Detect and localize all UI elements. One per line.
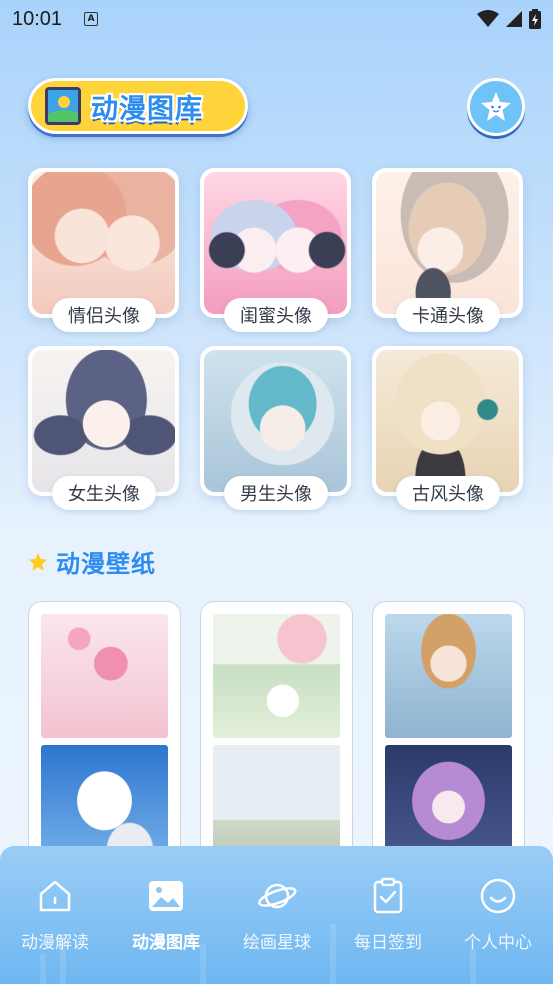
avatar-label: 情侣头像 (52, 298, 156, 332)
avatar-card-couple[interactable]: 情侣头像 (28, 168, 179, 332)
bottom-navigation: 动漫解读 动漫图库 绘画星球 每日签到 个人中心 (0, 846, 553, 984)
nav-label: 绘画星球 (243, 933, 311, 953)
status-time: 10:01 (12, 7, 63, 30)
avatar-card-boy[interactable]: 男生头像 (200, 346, 351, 510)
favorites-button[interactable] (467, 78, 525, 136)
avatar-card-girl[interactable]: 女生头像 (28, 346, 179, 510)
wallpaper-image (213, 745, 340, 860)
avatar-image (376, 350, 519, 492)
planet-icon (258, 883, 297, 909)
avatar-label: 男生头像 (224, 476, 328, 510)
page-title: 动漫图库 (91, 93, 203, 125)
wallpaper-image (41, 614, 168, 738)
nav-label: 每日签到 (354, 933, 422, 953)
gallery-icon (45, 87, 81, 125)
avatar-card-bestie[interactable]: 闺蜜头像 (200, 168, 351, 332)
nav-item-daily-checkin[interactable]: 每日签到 (333, 876, 443, 953)
avatar-image (32, 350, 175, 492)
wallpaper-image (41, 745, 168, 860)
signal-icon (506, 11, 522, 27)
page-title-badge: 动漫图库 (28, 78, 248, 134)
battery-icon (529, 9, 541, 29)
status-bar: 10:01 A (0, 0, 553, 38)
nav-label: 个人中心 (464, 933, 532, 953)
wallpaper-image (385, 745, 512, 860)
wallpaper-card-3[interactable] (372, 601, 525, 861)
avatar-card-ancient[interactable]: 古风头像 (372, 346, 523, 510)
avatar-label: 闺蜜头像 (224, 298, 328, 332)
nav-item-profile[interactable]: 个人中心 (443, 876, 553, 953)
star-icon (29, 552, 47, 570)
smile-icon (480, 878, 516, 914)
nav-label: 动漫图库 (132, 933, 200, 953)
avatar-image (376, 172, 519, 314)
nav-item-anime-guide[interactable]: 动漫解读 (0, 876, 110, 953)
nav-item-anime-gallery[interactable]: 动漫图库 (111, 876, 221, 953)
star-face-icon (481, 92, 511, 121)
avatar-label: 卡通头像 (396, 298, 500, 332)
wifi-icon (477, 10, 499, 27)
status-icons (477, 9, 541, 29)
avatar-image (204, 350, 347, 492)
wallpaper-image (213, 614, 340, 738)
wallpaper-card-1[interactable] (28, 601, 181, 861)
a-icon: A (84, 12, 99, 26)
wallpaper-section-title: 动漫壁纸 (28, 544, 156, 579)
wallpaper-card-2[interactable] (200, 601, 353, 861)
avatar-image (204, 172, 347, 314)
avatar-label: 女生头像 (52, 476, 156, 510)
wallpaper-image (385, 614, 512, 738)
avatar-card-cartoon[interactable]: 卡通头像 (372, 168, 523, 332)
clipboard-check-icon (373, 877, 403, 914)
avatar-image (32, 172, 175, 314)
section-title-text: 动漫壁纸 (56, 550, 156, 578)
nav-label: 动漫解读 (21, 933, 89, 953)
nav-item-painting-planet[interactable]: 绘画星球 (222, 876, 332, 953)
image-icon (149, 881, 183, 911)
avatar-label: 古风头像 (396, 476, 500, 510)
home-icon (39, 880, 71, 912)
